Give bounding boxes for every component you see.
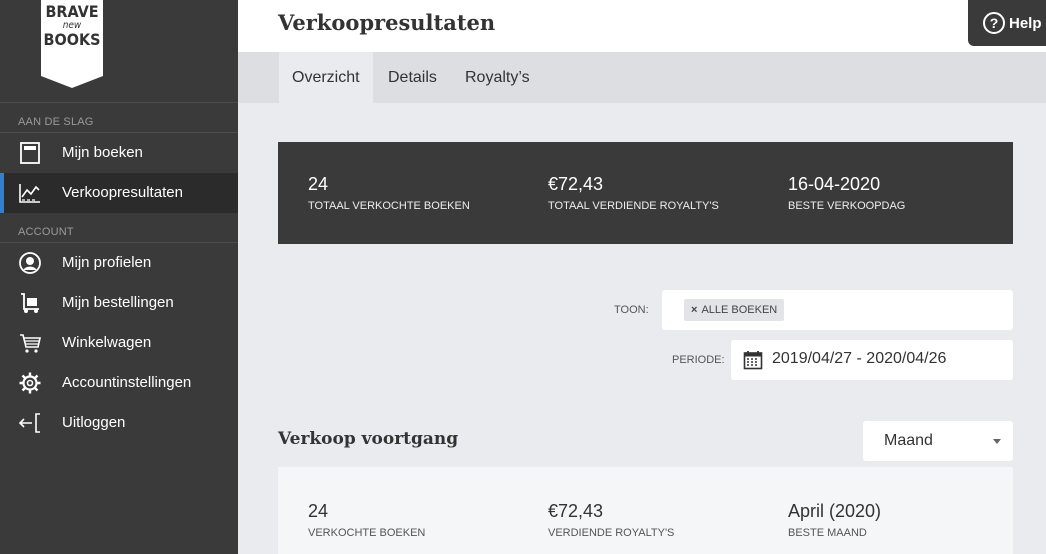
sidebar-item-label: Mijn boeken: [62, 144, 143, 161]
sidebar-item-my-books[interactable]: Mijn boeken: [0, 133, 238, 173]
sidebar-item-account-settings[interactable]: Accountinstellingen: [0, 363, 238, 403]
stat-best-sales-day: 16-04-2020 BESTE VERKOOPDAG: [788, 174, 905, 212]
help-label: Help: [1009, 14, 1042, 32]
stat-value: 24: [308, 174, 329, 194]
section-heading-account: ACCOUNT: [18, 226, 74, 238]
sidebar-item-my-orders[interactable]: Mijn bestellingen: [0, 283, 238, 323]
stat-label: VERKOCHTE BOEKEN: [308, 527, 426, 539]
tab-details[interactable]: Details: [375, 52, 450, 103]
book-icon: [20, 142, 40, 164]
calendar-icon: [743, 351, 763, 370]
sidebar-item-label: Verkoopresultaten: [62, 184, 183, 201]
chip-label: ALLE BOEKEN: [701, 304, 778, 316]
sidebar-item-label: Uitloggen: [62, 414, 126, 431]
sidebar-item-label: Mijn profielen: [62, 254, 152, 271]
stat-label: TOTAAL VERKOCHTE BOEKEN: [308, 200, 470, 212]
page-header: Verkoopresultaten ? Help: [238, 0, 1046, 52]
stat-value: 16-04-2020: [788, 174, 881, 194]
sidebar-item-label: Accountinstellingen: [62, 374, 192, 391]
stat-best-month: April (2020) BESTE MAAND: [788, 501, 881, 539]
logo-line3: BOOKS: [43, 30, 101, 49]
sidebar-item-label: Winkelwagen: [62, 334, 152, 351]
stat-value: 24: [308, 501, 329, 521]
logo-line1: BRAVE: [45, 2, 99, 21]
chevron-down-icon: [993, 439, 1001, 444]
stat-label: VERDIENDE ROYALTY'S: [548, 527, 675, 539]
remove-chip-icon[interactable]: ×: [691, 304, 697, 316]
stat-total-royalties: €72,43 TOTAAL VERDIENDE ROYALTY'S: [548, 174, 719, 212]
stat-value: €72,43: [548, 174, 604, 194]
stat-value: April (2020): [788, 501, 882, 521]
order-icon: [21, 293, 39, 313]
period-date-range-input[interactable]: 2019/04/27 - 2020/04/26: [731, 340, 1013, 380]
gear-icon: [19, 372, 41, 394]
section-heading-getting-started: AAN DE SLAG: [18, 116, 94, 128]
filter-chip-all-books: × ALLE BOEKEN: [684, 299, 785, 321]
book-filter-input[interactable]: × ALLE BOEKEN: [662, 290, 1013, 330]
tab-overview[interactable]: Overzicht: [279, 52, 373, 103]
period-value: 2019/04/27 - 2020/04/26: [772, 350, 947, 367]
stat-total-books-sold: 24 TOTAAL VERKOCHTE BOEKEN: [308, 174, 470, 212]
stat-label: TOTAAL VERDIENDE ROYALTY'S: [548, 200, 719, 212]
sales-progress-title: Verkoop voortgang: [278, 429, 459, 449]
help-icon: ?: [983, 12, 1005, 34]
stat-royalties-earned: €72,43 VERDIENDE ROYALTY'S: [548, 501, 674, 539]
period-filter-label: PERIODE:: [672, 354, 725, 366]
sales-progress-panel: 24 VERKOCHTE BOEKEN €72,43 VERDIENDE ROY…: [278, 467, 1013, 554]
help-button[interactable]: ? Help: [968, 0, 1046, 46]
sidebar: BRAVE new BOOKS AAN DE SLAG Mijn boeken …: [0, 0, 238, 554]
logo-text: BRAVE new BOOKS: [41, 4, 103, 48]
brand-logo[interactable]: BRAVE new BOOKS: [41, 0, 103, 88]
stat-label: BESTE MAAND: [788, 527, 867, 539]
stat-value: €72,43: [548, 501, 604, 521]
interval-select-value: Maand: [884, 432, 933, 449]
sidebar-item-cart[interactable]: Winkelwagen: [0, 323, 238, 363]
show-filter-label: TOON:: [614, 304, 649, 316]
logout-icon: [18, 413, 40, 433]
tab-bar: Overzicht Details Royalty’s: [238, 52, 1046, 103]
stat-books-sold: 24 VERKOCHTE BOEKEN: [308, 501, 425, 539]
sidebar-item-sales-results[interactable]: Verkoopresultaten: [0, 173, 238, 213]
interval-select[interactable]: Maand: [863, 421, 1013, 461]
sidebar-item-label: Mijn bestellingen: [62, 294, 174, 311]
profile-icon: [19, 252, 41, 274]
cart-icon: [20, 334, 41, 353]
stat-label: BESTE VERKOOPDAG: [788, 200, 906, 212]
section-divider: [0, 102, 238, 103]
sidebar-item-my-profiles[interactable]: Mijn profielen: [0, 243, 238, 283]
chart-icon: [19, 184, 40, 203]
page-title: Verkoopresultaten: [278, 10, 496, 35]
summary-panel: 24 TOTAAL VERKOCHTE BOEKEN €72,43 TOTAAL…: [278, 142, 1013, 244]
sidebar-item-logout[interactable]: Uitloggen: [0, 403, 238, 443]
tab-royalties[interactable]: Royalty’s: [452, 52, 543, 103]
